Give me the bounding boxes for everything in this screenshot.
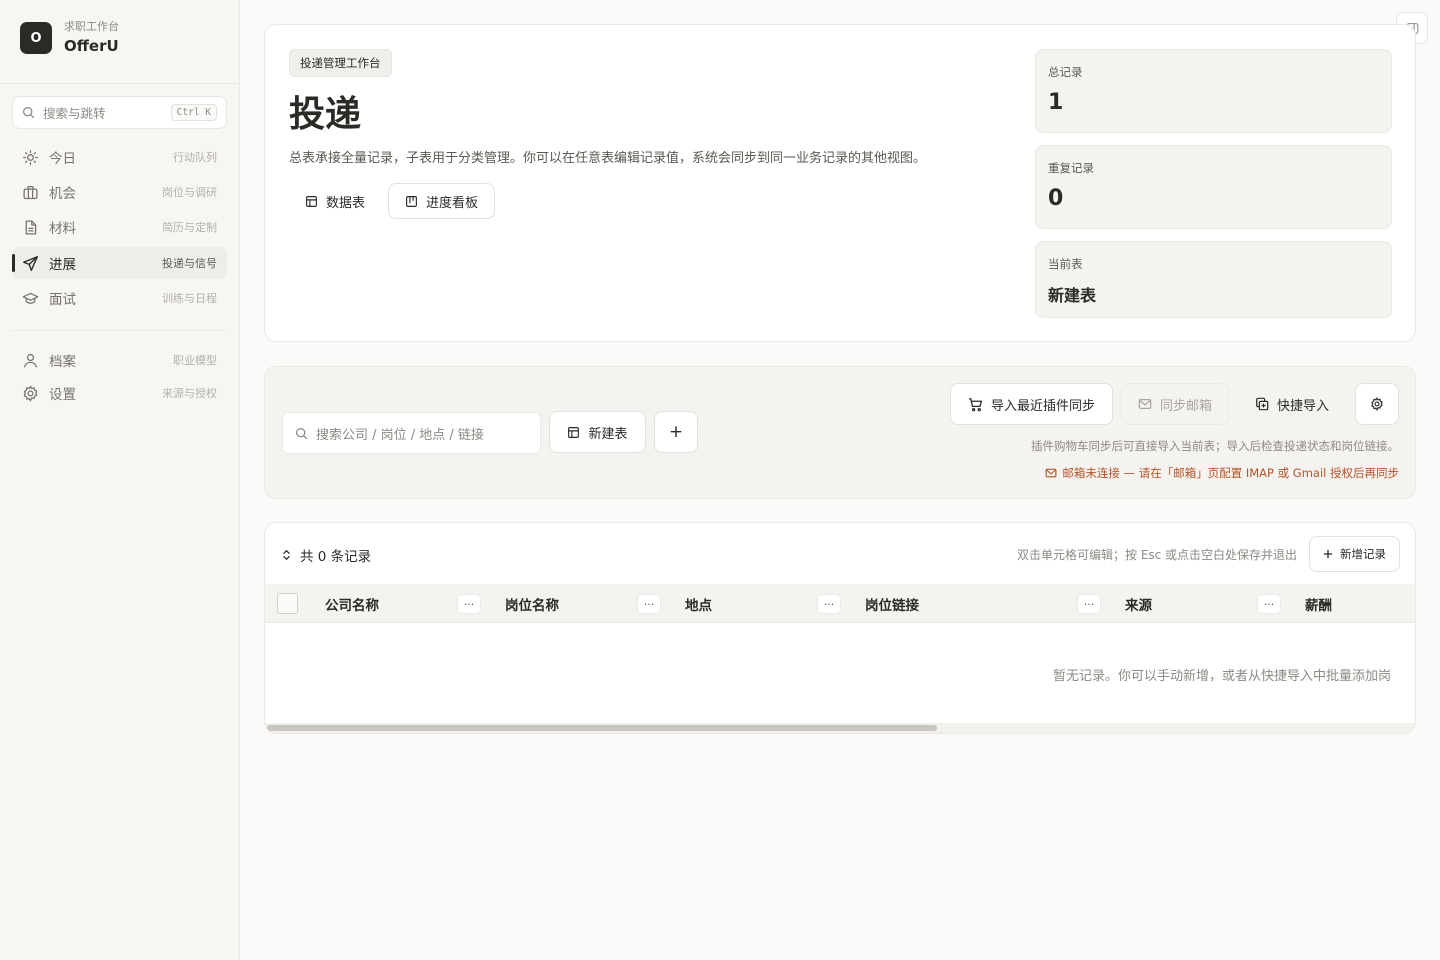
chevron-updown-icon <box>281 549 292 561</box>
sidebar-search[interactable]: 搜索与跳转 Ctrl K <box>12 96 227 129</box>
sidebar: O 求职工作台 OfferU 搜索与跳转 Ctrl K 今日 行动队列 机会 岗… <box>0 0 240 960</box>
tab-data-table[interactable]: 数据表 <box>289 183 381 219</box>
sidebar-item-progress[interactable]: 进展 投递与信号 <box>12 247 227 279</box>
sidebar-item-hint: 岗位与调研 <box>162 186 217 199</box>
stat-value: 1 <box>1048 90 1064 115</box>
new-table-button[interactable]: 新建表 <box>549 411 646 453</box>
search-placeholder: 搜索公司 / 岗位 / 地点 / 链接 <box>316 427 484 443</box>
column-header-salary[interactable]: 薪酬 <box>1305 584 1332 623</box>
cart-icon <box>968 397 983 412</box>
page-description: 总表承接全量记录，子表用于分类管理。你可以在任意表编辑记录值，系统会同步到同一业… <box>289 151 927 166</box>
sidebar-item-label: 设置 <box>49 387 76 403</box>
column-menu-button[interactable]: ··· <box>457 594 481 614</box>
tab-progress-board[interactable]: 进度看板 <box>388 183 496 219</box>
import-settings-button[interactable] <box>1355 383 1399 425</box>
records-table-card: 共 0 条记录 双击单元格可编辑；按 Esc 或点击空白处保存并退出 新增记录 … <box>264 522 1416 734</box>
column-header-location[interactable]: 地点 <box>685 584 712 623</box>
select-all-checkbox[interactable] <box>277 593 298 614</box>
sidebar-item-hint: 投递与信号 <box>162 257 217 270</box>
column-menu-button[interactable]: ··· <box>1257 594 1281 614</box>
horizontal-scrollbar[interactable] <box>265 723 1415 733</box>
sidebar-divider <box>0 83 240 84</box>
gear-icon <box>1370 397 1384 411</box>
import-hint: 插件购物车同步后可直接导入当前表；导入后检查投递状态和岗位链接。 <box>1031 439 1399 453</box>
toolbar-card: 搜索公司 / 岗位 / 地点 / 链接 新建表 + 导入最近插件同步 同步邮箱 … <box>264 366 1416 499</box>
page-title: 投递 <box>289 94 362 135</box>
send-icon <box>22 255 39 272</box>
stat-value: 新建表 <box>1048 286 1097 305</box>
sidebar-divider <box>12 330 227 331</box>
add-record-button[interactable]: 新增记录 <box>1309 536 1400 572</box>
kanban-icon <box>405 195 418 208</box>
search-icon <box>295 427 308 440</box>
import-plugin-sync-button[interactable]: 导入最近插件同步 <box>950 383 1113 425</box>
column-header-company[interactable]: 公司名称 <box>325 584 379 623</box>
table-icon <box>567 426 580 439</box>
sidebar-item-label: 进展 <box>49 257 76 273</box>
column-header-position[interactable]: 岗位名称 <box>505 584 559 623</box>
brand[interactable]: O 求职工作台 OfferU <box>20 20 119 56</box>
mail-icon <box>1138 397 1152 411</box>
brand-logo: O <box>20 22 52 54</box>
sidebar-item-label: 今日 <box>49 151 76 167</box>
mailbox-warning[interactable]: 邮箱未连接 — 请在「邮箱」页配置 IMAP 或 Gmail 授权后再同步 <box>1045 465 1399 481</box>
column-menu-button[interactable]: ··· <box>1077 594 1101 614</box>
sidebar-item-profile[interactable]: 档案 职业模型 <box>12 344 227 376</box>
sidebar-item-hint: 来源与授权 <box>162 387 217 400</box>
quick-import-button[interactable]: 快捷导入 <box>1237 383 1347 425</box>
sidebar-search-placeholder: 搜索与跳转 <box>43 106 106 121</box>
add-table-button[interactable]: + <box>654 411 698 453</box>
stat-label: 总记录 <box>1048 65 1083 79</box>
sidebar-item-label: 机会 <box>49 186 76 202</box>
brand-subtitle: 求职工作台 <box>64 20 119 33</box>
workspace-badge: 投递管理工作台 <box>289 49 392 77</box>
stat-value: 0 <box>1048 186 1064 211</box>
graduation-cap-icon <box>22 290 39 307</box>
column-header-source[interactable]: 来源 <box>1125 584 1152 623</box>
stat-label: 重复记录 <box>1048 161 1094 175</box>
record-count-toggle[interactable]: 共 0 条记录 <box>281 545 371 565</box>
sidebar-item-label: 面试 <box>49 292 76 308</box>
sidebar-item-hint: 训练与日程 <box>162 292 217 305</box>
sidebar-item-hint: 简历与定制 <box>162 221 217 234</box>
sidebar-item-interview[interactable]: 面试 训练与日程 <box>12 282 227 314</box>
sidebar-item-label: 材料 <box>49 221 76 237</box>
column-menu-button[interactable]: ··· <box>817 594 841 614</box>
document-icon <box>22 219 39 236</box>
sidebar-item-hint: 行动队列 <box>173 151 217 164</box>
sidebar-item-materials[interactable]: 材料 简历与定制 <box>12 211 227 243</box>
mail-warning-icon <box>1045 467 1057 479</box>
stat-total-records: 总记录 1 <box>1035 49 1392 133</box>
stat-duplicate-records: 重复记录 0 <box>1035 145 1392 229</box>
briefcase-icon <box>22 184 39 201</box>
edit-hint: 双击单元格可编辑；按 Esc 或点击空白处保存并退出 <box>1017 548 1298 562</box>
scrollbar-thumb[interactable] <box>267 725 937 731</box>
stat-label: 当前表 <box>1048 257 1083 271</box>
column-menu-button[interactable]: ··· <box>637 594 661 614</box>
sidebar-item-settings[interactable]: 设置 来源与授权 <box>12 377 227 409</box>
sidebar-item-opportunities[interactable]: 机会 岗位与调研 <box>12 176 227 208</box>
record-search-input[interactable]: 搜索公司 / 岗位 / 地点 / 链接 <box>282 412 541 454</box>
shortcut-badge: Ctrl K <box>170 104 217 121</box>
sidebar-item-hint: 职业模型 <box>173 354 217 367</box>
tab-label: 数据表 <box>326 195 366 211</box>
search-icon <box>22 106 35 119</box>
gear-icon <box>22 384 39 402</box>
tab-label: 进度看板 <box>426 195 479 211</box>
sidebar-item-label: 档案 <box>49 354 76 370</box>
sun-icon <box>22 149 39 166</box>
sync-mailbox-button[interactable]: 同步邮箱 <box>1121 383 1229 425</box>
column-header-job-link[interactable]: 岗位链接 <box>865 584 919 623</box>
sidebar-item-today[interactable]: 今日 行动队列 <box>12 141 227 173</box>
table-icon <box>305 195 318 208</box>
empty-state-message: 暂无记录。你可以手动新增，或者从快捷导入中批量添加岗 <box>1053 669 1392 684</box>
brand-name: OfferU <box>64 37 119 55</box>
plus-icon <box>1323 549 1333 559</box>
copy-plus-icon <box>1255 397 1269 411</box>
stat-current-table: 当前表 新建表 <box>1035 241 1392 318</box>
hero-card: 投递管理工作台 投递 总表承接全量记录，子表用于分类管理。你可以在任意表编辑记录… <box>264 24 1416 342</box>
table-header: 公司名称 ··· 岗位名称 ··· 地点 ··· 岗位链接 ··· 来源 ···… <box>265 584 1415 623</box>
user-icon <box>22 352 39 369</box>
